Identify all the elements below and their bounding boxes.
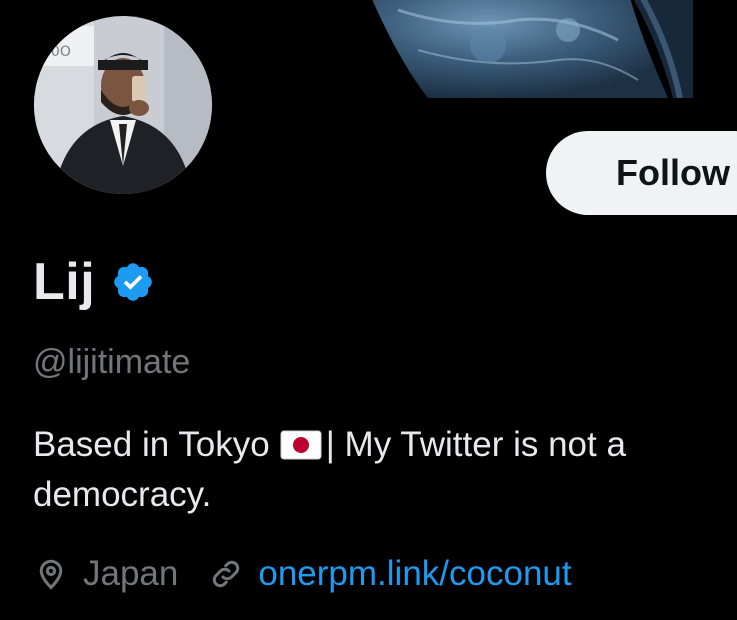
- display-name: Lij: [33, 253, 96, 311]
- svg-text:40O: 40O: [42, 44, 71, 60]
- bio-text-start: Based in Tokyo: [33, 425, 270, 464]
- profile-header: 40O Follow Lij @lijitimate Based in Toky…: [0, 0, 737, 620]
- link-icon: [208, 556, 244, 592]
- follow-button[interactable]: Follow: [546, 131, 737, 215]
- profile-avatar[interactable]: 40O: [30, 12, 216, 198]
- location-pin-icon: [33, 556, 69, 592]
- profile-website-link[interactable]: onerpm.link/coconut: [258, 554, 571, 594]
- profile-location: Japan: [83, 554, 179, 593]
- profile-handle: @lijitimate: [33, 343, 191, 381]
- japan-flag-icon: [280, 424, 322, 460]
- name-row: Lij: [33, 250, 155, 314]
- profile-banner-image[interactable]: [338, 0, 693, 98]
- profile-meta-row: Japan onerpm.link/coconut: [33, 554, 572, 594]
- profile-bio: Based in Tokyo | My Twitter is not a demo…: [33, 420, 723, 520]
- verified-badge-icon[interactable]: [111, 260, 155, 304]
